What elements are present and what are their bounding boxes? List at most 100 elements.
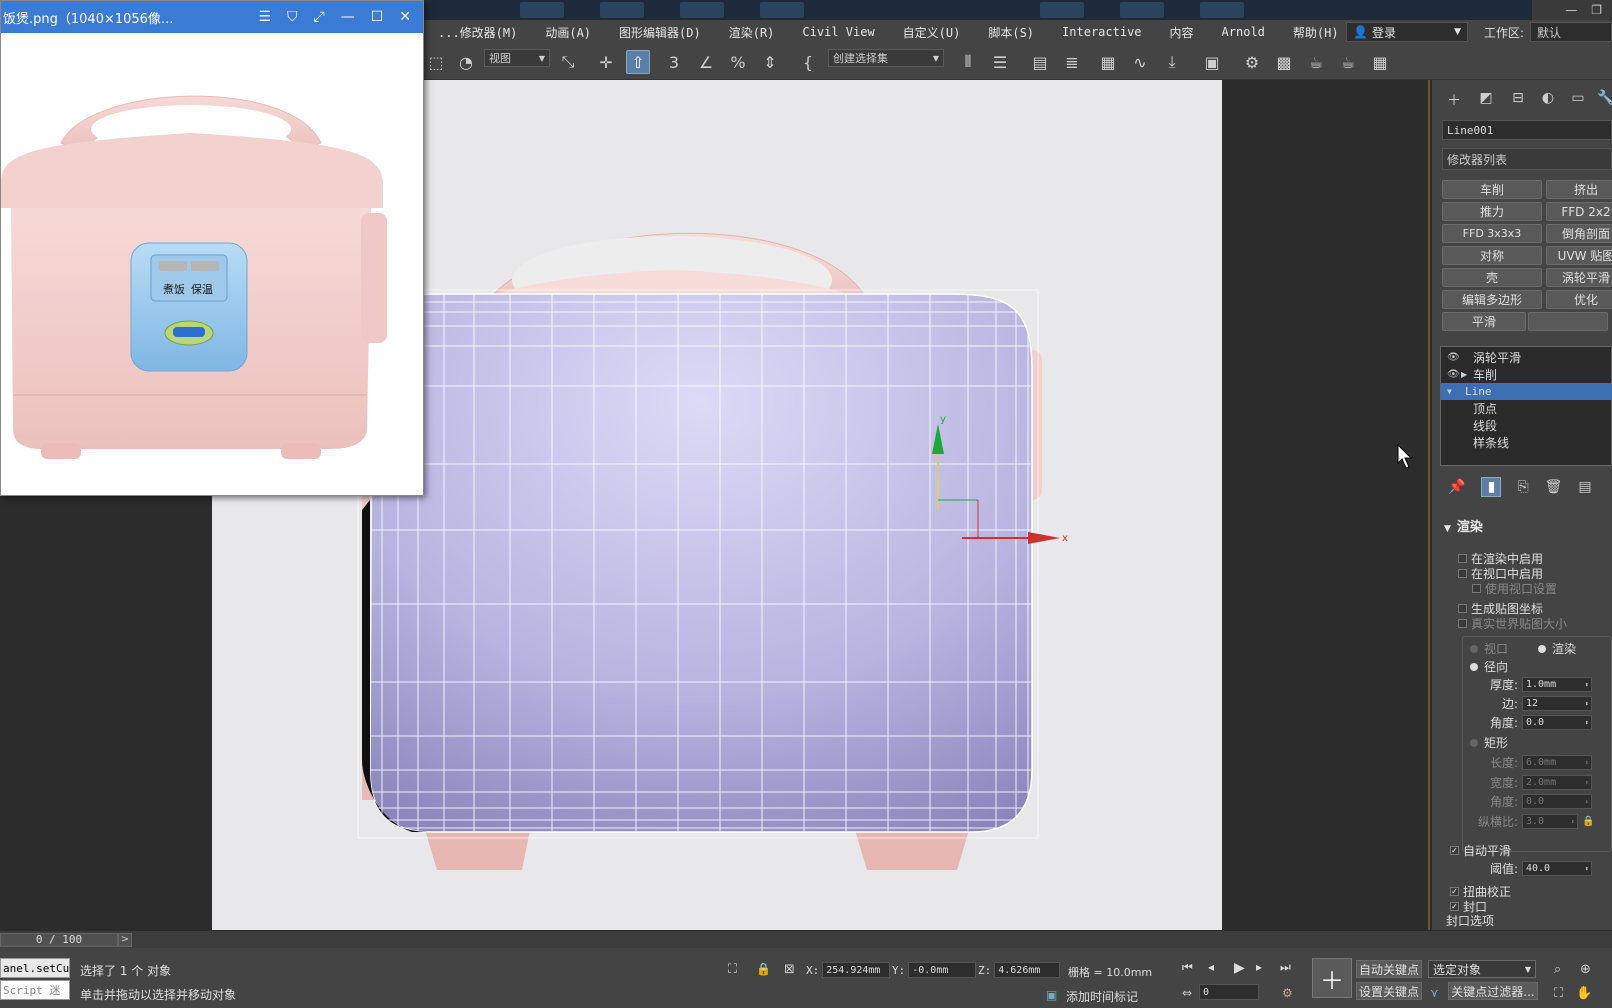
stack-subobject[interactable]: 样条线 [1441, 434, 1612, 451]
key-mode-icon[interactable]: ⇔ [1182, 986, 1192, 1000]
menu-content[interactable]: 内容 [1156, 24, 1208, 41]
ribbon-icon[interactable]: ▦ [1096, 50, 1120, 74]
login-dropdown[interactable]: 👤 登录 ▼ [1346, 22, 1468, 42]
snap-3d-icon[interactable]: 3 [662, 50, 686, 74]
skin-icon[interactable]: ⛉ [287, 9, 298, 25]
menu-civil-view[interactable]: Civil View [788, 25, 888, 39]
current-frame[interactable]: 0 [1196, 984, 1259, 1000]
modifier-button[interactable]: 壳 [1442, 268, 1542, 287]
curve-editor-icon[interactable]: ∿ [1128, 50, 1152, 74]
checkbox-real-world[interactable]: 真实世界贴图大小 [1458, 615, 1567, 632]
radio-icon[interactable] [1470, 662, 1478, 671]
menu-scripting[interactable]: 脚本(S) [974, 24, 1048, 41]
aspect-spinner[interactable]: 纵横比: 3.0 ⬍ 🔒 [1472, 813, 1612, 830]
eye-icon[interactable]: 👁 [1447, 369, 1461, 380]
maxscript-input[interactable]: Script 迷 [0, 980, 70, 1000]
modifier-button[interactable]: 涡轮平滑 [1546, 268, 1612, 287]
radio-icon[interactable] [1470, 644, 1478, 653]
play-icon[interactable]: ▶ [1234, 960, 1245, 976]
spinner-field[interactable]: 3.0 ⬍ [1522, 814, 1578, 829]
goto-end-icon[interactable]: ⏭ [1280, 960, 1291, 975]
spinner-field[interactable]: 6.0mm ⬍ [1522, 755, 1592, 770]
spinner-arrows-icon[interactable]: ⬍ [1585, 798, 1589, 806]
coord-x[interactable]: X: 254.924mm [806, 962, 891, 978]
menu-customize[interactable]: 自定义(U) [889, 24, 975, 41]
time-slider[interactable]: 0 / 100 [0, 933, 118, 947]
coord-z[interactable]: Z: 4.626mm [978, 962, 1061, 978]
eye-icon[interactable]: 👁 [1447, 352, 1461, 363]
spinner-arrows-icon[interactable]: ⬍ [1585, 700, 1589, 708]
menu-arnold[interactable]: Arnold [1208, 25, 1279, 39]
width-spinner[interactable]: 宽度: 2.0mm ⬍ [1472, 774, 1612, 791]
next-frame-button[interactable]: > [118, 933, 132, 947]
modifier-button[interactable]: 优化 [1546, 290, 1612, 309]
spinner-field[interactable]: 2.0mm ⬍ [1522, 775, 1592, 790]
show-end-result-icon[interactable]: ▮ [1481, 477, 1502, 497]
reference-coord-dropdown[interactable]: 视图 ▼ [484, 49, 550, 67]
angle-snap-icon[interactable]: ∠ [694, 50, 718, 74]
menu-help[interactable]: 帮助(H) [1279, 24, 1353, 41]
length-spinner[interactable]: 长度: 6.0mm ⬍ [1472, 754, 1612, 771]
create-tab-icon[interactable]: ＋ [1442, 90, 1466, 110]
modifier-button[interactable]: FFD 3x3x3 [1442, 224, 1542, 243]
image-viewer-window[interactable]: 饭煲.png（1040×1056像... ☰ ⛉ ⤢ — ☐ ✕ 煮饭 保温 [0, 0, 424, 496]
checkbox-icon[interactable] [1472, 584, 1481, 593]
angle2-spinner[interactable]: 角度: 0.0 ⬍ [1472, 793, 1612, 810]
stack-item[interactable]: 👁 涡轮平滑 [1441, 349, 1612, 366]
render-active-icon[interactable]: ☕ [1336, 50, 1360, 74]
maxscript-listener[interactable]: anel.setCu [0, 958, 70, 978]
key-set-dropdown[interactable]: 选定对象 ▼ [1428, 960, 1536, 978]
minimize-icon[interactable]: — [341, 9, 355, 25]
angle-spinner[interactable]: 角度: 0.0 ⬍ [1472, 714, 1612, 731]
radio-rectangular[interactable]: 矩形 [1470, 734, 1508, 751]
utilities-tab-icon[interactable]: 🔧 [1594, 90, 1612, 110]
spinner-arrows-icon[interactable]: ⬍ [1585, 779, 1589, 787]
modifier-button[interactable]: 编辑多边形 [1442, 290, 1542, 309]
spinner-field[interactable]: 40.0 ⬍ [1522, 861, 1592, 876]
scene-explorer-icon[interactable]: ▤ [1028, 50, 1052, 74]
modifier-button[interactable]: FFD 2x2 [1546, 202, 1612, 221]
modifier-button[interactable]: UVW 贴图 [1546, 246, 1612, 265]
modifier-button[interactable]: 平滑 [1442, 312, 1526, 331]
remove-modifier-icon[interactable]: 🗑 [1545, 479, 1563, 495]
display-tab-icon[interactable]: ▭ [1566, 90, 1590, 110]
modify-tab-icon[interactable]: ◩ [1474, 90, 1498, 110]
modifier-button[interactable]: 车削 [1442, 180, 1542, 199]
render-frame-icon[interactable]: ▩ [1272, 50, 1296, 74]
checkbox-icon[interactable]: ✓ [1450, 887, 1459, 896]
material-editor-icon[interactable]: ▣ [1200, 50, 1224, 74]
percent-snap-icon[interactable]: % [726, 50, 750, 74]
auto-key-button[interactable]: 自动关键点 [1356, 960, 1422, 978]
key-filter-icon[interactable]: ⋎ [1430, 986, 1439, 1000]
configure-sets-icon[interactable]: ▤ [1578, 479, 1591, 495]
modifier-list-dropdown[interactable]: 修改器列表 [1442, 148, 1612, 170]
workspace-dropdown[interactable]: 默认 [1530, 22, 1612, 42]
fullscreen-icon[interactable]: ⤢ [314, 9, 325, 25]
menu-graph-editors[interactable]: 图形编辑器(D) [605, 24, 715, 41]
sides-spinner[interactable]: 边: 12 ⬍ [1472, 695, 1612, 712]
menu-animation[interactable]: 动画(A) [531, 24, 605, 41]
key-filters-button[interactable]: 关键点过滤器... [1448, 982, 1538, 1000]
rollout-render-title[interactable]: ▼ 渲染 [1444, 516, 1483, 535]
stack-item-selected[interactable]: ▼ Line [1441, 383, 1612, 400]
next-frame-icon[interactable]: ▸ [1256, 960, 1262, 974]
time-tag-icon[interactable]: ▣ [1046, 988, 1057, 1002]
menu-modifiers[interactable]: ...修改器(M) [424, 24, 531, 41]
zoom-region-icon[interactable]: ⛶ [1554, 986, 1563, 1001]
make-unique-icon[interactable]: ⎘ [1517, 479, 1528, 495]
checkbox-icon[interactable]: ✓ [1450, 902, 1459, 911]
thickness-spinner[interactable]: 厚度: 1.0mm ⬍ [1472, 676, 1612, 693]
menu-rendering[interactable]: 渲染(R) [715, 24, 789, 41]
absolute-mode-icon[interactable]: ⊠ [784, 962, 795, 977]
zoom-icon[interactable]: ⌕ [1554, 962, 1561, 977]
checkbox-icon[interactable] [1458, 554, 1467, 563]
close-icon[interactable]: ✕ [399, 9, 411, 25]
radio-icon[interactable] [1470, 738, 1478, 747]
render-grid-icon[interactable]: ▦ [1368, 50, 1392, 74]
schematic-icon[interactable]: ⤓ [1160, 50, 1184, 74]
pivot-icon[interactable]: ⤡ [556, 50, 580, 74]
maximize-icon[interactable]: ☐ [371, 9, 384, 25]
motion-tab-icon[interactable]: ◐ [1536, 90, 1560, 110]
select-region-icon[interactable]: ⬚ [424, 50, 448, 74]
current-frame-field[interactable]: 0 [1199, 984, 1259, 1000]
